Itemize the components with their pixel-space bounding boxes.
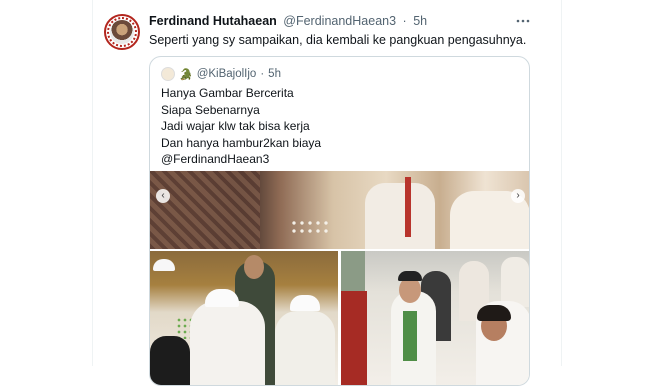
- quote-avatar[interactable]: [161, 67, 175, 81]
- photo-figure: [290, 295, 320, 311]
- quote-line: Siapa Sebenarnya: [161, 102, 260, 117]
- quote-time[interactable]: 5h: [268, 68, 281, 80]
- tweet-text: Seperti yang sy sampaikan, dia kembali k…: [149, 33, 527, 47]
- photo-flowers: [290, 219, 330, 235]
- header-separator: ·: [402, 14, 407, 28]
- photo-figure: [501, 257, 529, 307]
- tweet-time[interactable]: 5h: [413, 14, 427, 28]
- crocodile-emoji-icon: 🐊: [179, 68, 193, 81]
- photo-figure: [190, 301, 265, 385]
- more-horizontal-icon[interactable]: [516, 14, 530, 28]
- quote-text: Hanya Gambar Bercerita Siapa Sebenarnya …: [161, 85, 321, 168]
- avatar-ring: [107, 17, 137, 47]
- quote-line: Hanya Gambar Bercerita: [161, 86, 294, 100]
- photo-figure: [477, 305, 511, 321]
- quote-line: Jadi wajar klw tak bisa kerja: [161, 119, 310, 133]
- author-avatar[interactable]: [104, 14, 140, 50]
- photo-figure: [244, 255, 264, 279]
- quote-handle[interactable]: @KiBajolIjo: [197, 68, 257, 80]
- chevron-right-icon[interactable]: ›: [511, 189, 525, 203]
- photo-figure: [403, 311, 417, 361]
- author-name[interactable]: Ferdinand Hutahaean: [149, 14, 277, 28]
- photo-figure: [153, 259, 175, 271]
- quote-line: Dan hanya hambur2kan biaya: [161, 135, 322, 150]
- photo-figure: [405, 177, 411, 237]
- tweet-header: Ferdinand Hutahaean @FerdinandHaean3 · 5…: [149, 14, 427, 28]
- chevron-left-icon[interactable]: ‹: [156, 189, 170, 203]
- photo-figure: [205, 289, 239, 307]
- quote-photo-1[interactable]: [150, 171, 529, 249]
- photo-figure: [150, 336, 190, 385]
- quote-header: 🐊 @KiBajolIjo · 5h: [161, 67, 281, 81]
- quoted-tweet[interactable]: 🐊 @KiBajolIjo · 5h Hanya Gambar Bercerit…: [149, 56, 530, 386]
- photo-figure: [365, 183, 435, 249]
- photo-figure: [150, 171, 260, 249]
- photo-figure: [341, 291, 367, 385]
- quote-separator: ·: [260, 68, 265, 80]
- photo-figure: [275, 311, 335, 385]
- quote-mention[interactable]: @FerdinandHaean3: [161, 151, 321, 168]
- photo-figure: [398, 271, 422, 281]
- author-handle[interactable]: @FerdinandHaean3: [283, 14, 396, 28]
